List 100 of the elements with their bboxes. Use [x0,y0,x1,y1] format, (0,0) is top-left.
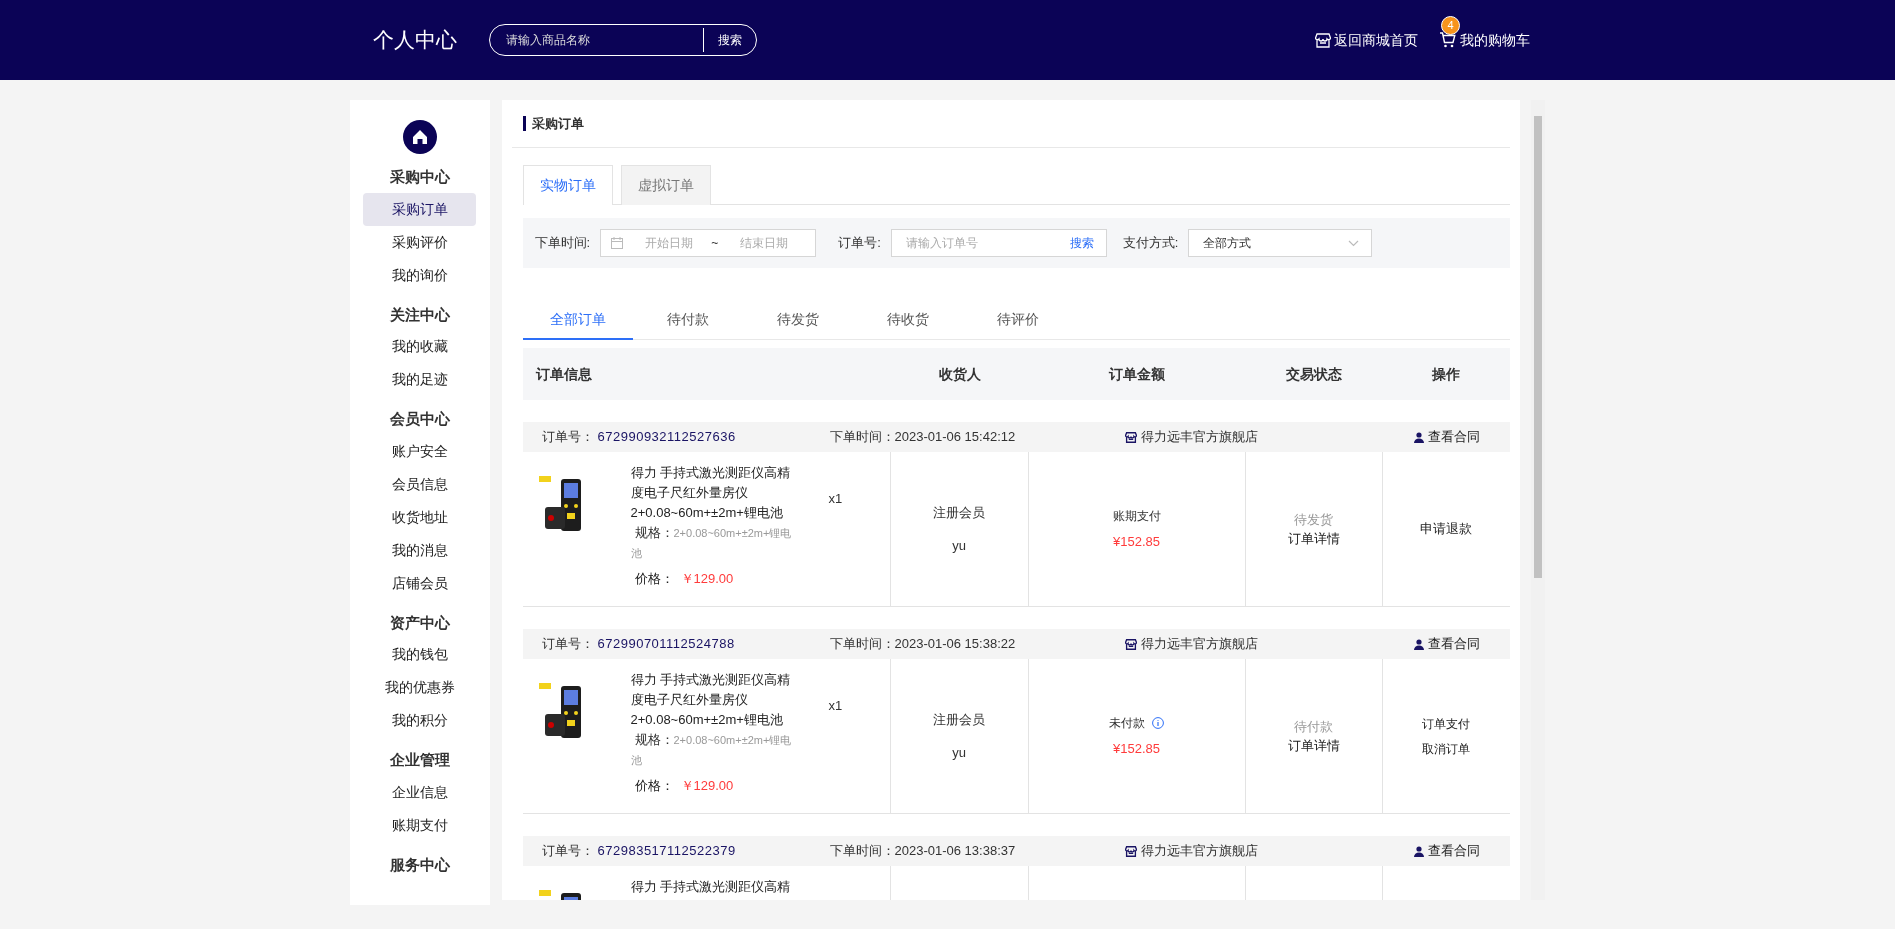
sidebar-item[interactable]: 我的足迹 [363,363,476,396]
filter-label: 支付方式: [1122,234,1179,253]
order-status: 待付款 [1294,717,1333,736]
sidebar-item[interactable]: 收货地址 [363,500,476,534]
contract-link[interactable]: 查看合同 [1414,841,1480,861]
product-title[interactable]: 得力 手持式激光测距仪高精度电子尺红外量房仪2+0.08~60m+±2m+锂电池 [630,463,797,523]
filter-label: 下单时间: [534,234,591,253]
info-icon [1152,716,1164,729]
sidebar-item[interactable]: 我的优惠券 [363,671,476,704]
sidebar-item[interactable]: 我的收藏 [363,330,476,363]
store-icon [1124,638,1137,650]
payment-method-dropdown[interactable]: 全部方式 [1188,229,1373,257]
sidebar-item[interactable]: 店铺会员 [363,566,476,600]
home-link[interactable]: 返回商城首页 [1314,29,1418,51]
sidebar-item[interactable]: 企业信息 [363,775,476,809]
product-spec: 规格：2+0.08~60m+±2m+锂电池 [630,731,793,768]
payment-status: 未付款 [1109,714,1145,732]
person-icon [1414,638,1424,650]
sidebar-item[interactable]: 账户安全 [363,434,476,468]
quantity: x1 [827,490,843,508]
column-header: 订单金额 [1109,365,1165,382]
column-header: 操作 [1432,365,1460,382]
order-action-link[interactable]: 取消订单 [1422,739,1470,758]
product-price: 价格： ￥129.00 [634,777,735,795]
order-number-field[interactable]: 请输入订单号 搜索 [890,229,1107,257]
store-icon [1314,32,1331,48]
order-time: 2023-01-06 15:42:12 [894,428,1017,447]
product-spec: 规格：2+0.08~60m+±2m+锂电池 [630,524,793,561]
order-time-label: 下单时间： [829,428,895,447]
sidebar-heading: 资产中心 [388,612,451,633]
order-number-label: 订单号： [541,635,594,654]
home-icon [402,120,437,154]
column-header: 收货人 [938,365,981,382]
sidebar-heading: 企业管理 [388,750,451,770]
sidebar-heading: 关注中心 [388,304,451,325]
sidebar-item[interactable]: 我的询价 [363,258,476,292]
sidebar-item[interactable]: 我的钱包 [363,638,476,671]
receiver-name: yu [952,537,966,555]
store-icon [1124,431,1137,443]
payment-status: 账期支付 [1112,507,1161,525]
chevron-down-icon [1348,239,1360,247]
column-header: 订单信息 [535,365,592,382]
order-number: 672983517112522379 [597,842,737,861]
person-icon [1414,845,1424,857]
shop-name: 得力远丰官方旗舰店 [1140,428,1259,447]
date-range-field[interactable]: 开始日期 ~ 结束日期 [600,229,817,257]
sidebar-item[interactable]: 会员信息 [363,467,476,501]
search-button[interactable]: 搜索 [1057,234,1106,252]
sidebar-heading: 采购中心 [388,167,451,187]
store-icon [1124,845,1137,857]
status-tab[interactable]: 待评价 [962,300,1073,340]
order-number: 672990701112524788 [597,635,736,654]
order-amount: ¥152.85 [1113,532,1160,551]
search-button[interactable]: 搜索 [702,28,756,52]
sidebar-item[interactable]: 我的消息 [363,533,476,567]
sidebar-item[interactable]: 我的积分 [363,704,476,737]
status-tab[interactable]: 全部订单 [522,300,633,340]
start-date-placeholder: 开始日期 [645,235,694,252]
order-time: 2023-01-06 13:38:37 [894,842,1017,861]
receiver-type: 注册会员 [933,710,985,729]
order-time-label: 下单时间： [829,842,895,861]
order-number: 672990932112527636 [597,428,737,447]
order-action-link[interactable]: 订单支付 [1422,714,1470,733]
order-time: 2023-01-06 15:38:22 [894,635,1017,654]
site-title: 个人中心 [372,27,457,54]
status-tab[interactable]: 待付款 [632,300,743,340]
product-title[interactable]: 得力 手持式激光测距仪高精度电子尺红外量房仪2+0.08~60m+±2m+锂电池 [630,670,797,730]
range-separator: ~ [711,235,719,252]
column-header: 交易状态 [1286,365,1342,382]
sidebar-item[interactable]: 采购评价 [363,225,476,259]
person-icon [1414,431,1424,443]
quantity: x1 [827,697,843,715]
cart-count-badge: 4 [1441,15,1460,35]
status-tab[interactable]: 待发货 [742,300,853,340]
receiver-type: 注册会员 [933,503,985,522]
contract-link[interactable]: 查看合同 [1414,427,1480,447]
shop-name: 得力远丰官方旗舰店 [1140,842,1259,861]
order-type-tab[interactable]: 虚拟订单 [620,165,711,205]
product-price: 价格： ￥129.00 [634,570,735,588]
status-tab[interactable]: 待收货 [852,300,963,340]
sidebar-item[interactable]: 账期支付 [363,808,476,842]
order-amount: ¥152.85 [1113,739,1160,758]
end-date-placeholder: 结束日期 [740,235,789,252]
cart-icon [1439,32,1456,48]
order-number-label: 订单号： [541,842,594,861]
sidebar-heading: 服务中心 [388,854,451,875]
order-detail-link[interactable]: 订单详情 [1287,736,1340,756]
sidebar-heading: 会员中心 [388,409,451,429]
calendar-icon [611,237,624,249]
receiver-name: yu [952,744,966,762]
order-action-link[interactable]: 申请退款 [1420,519,1472,539]
contract-link[interactable]: 查看合同 [1414,634,1480,654]
sidebar-item[interactable]: 采购订单 [363,192,476,226]
product-title[interactable]: 得力 手持式激光测距仪高精 [630,877,797,897]
filter-label: 订单号: [838,234,881,253]
order-type-tab[interactable]: 实物订单 [522,165,613,205]
shop-name: 得力远丰官方旗舰店 [1140,635,1259,654]
order-detail-link[interactable]: 订单详情 [1287,529,1340,549]
order-number-label: 订单号： [541,428,594,447]
order-time-label: 下单时间： [829,635,895,654]
